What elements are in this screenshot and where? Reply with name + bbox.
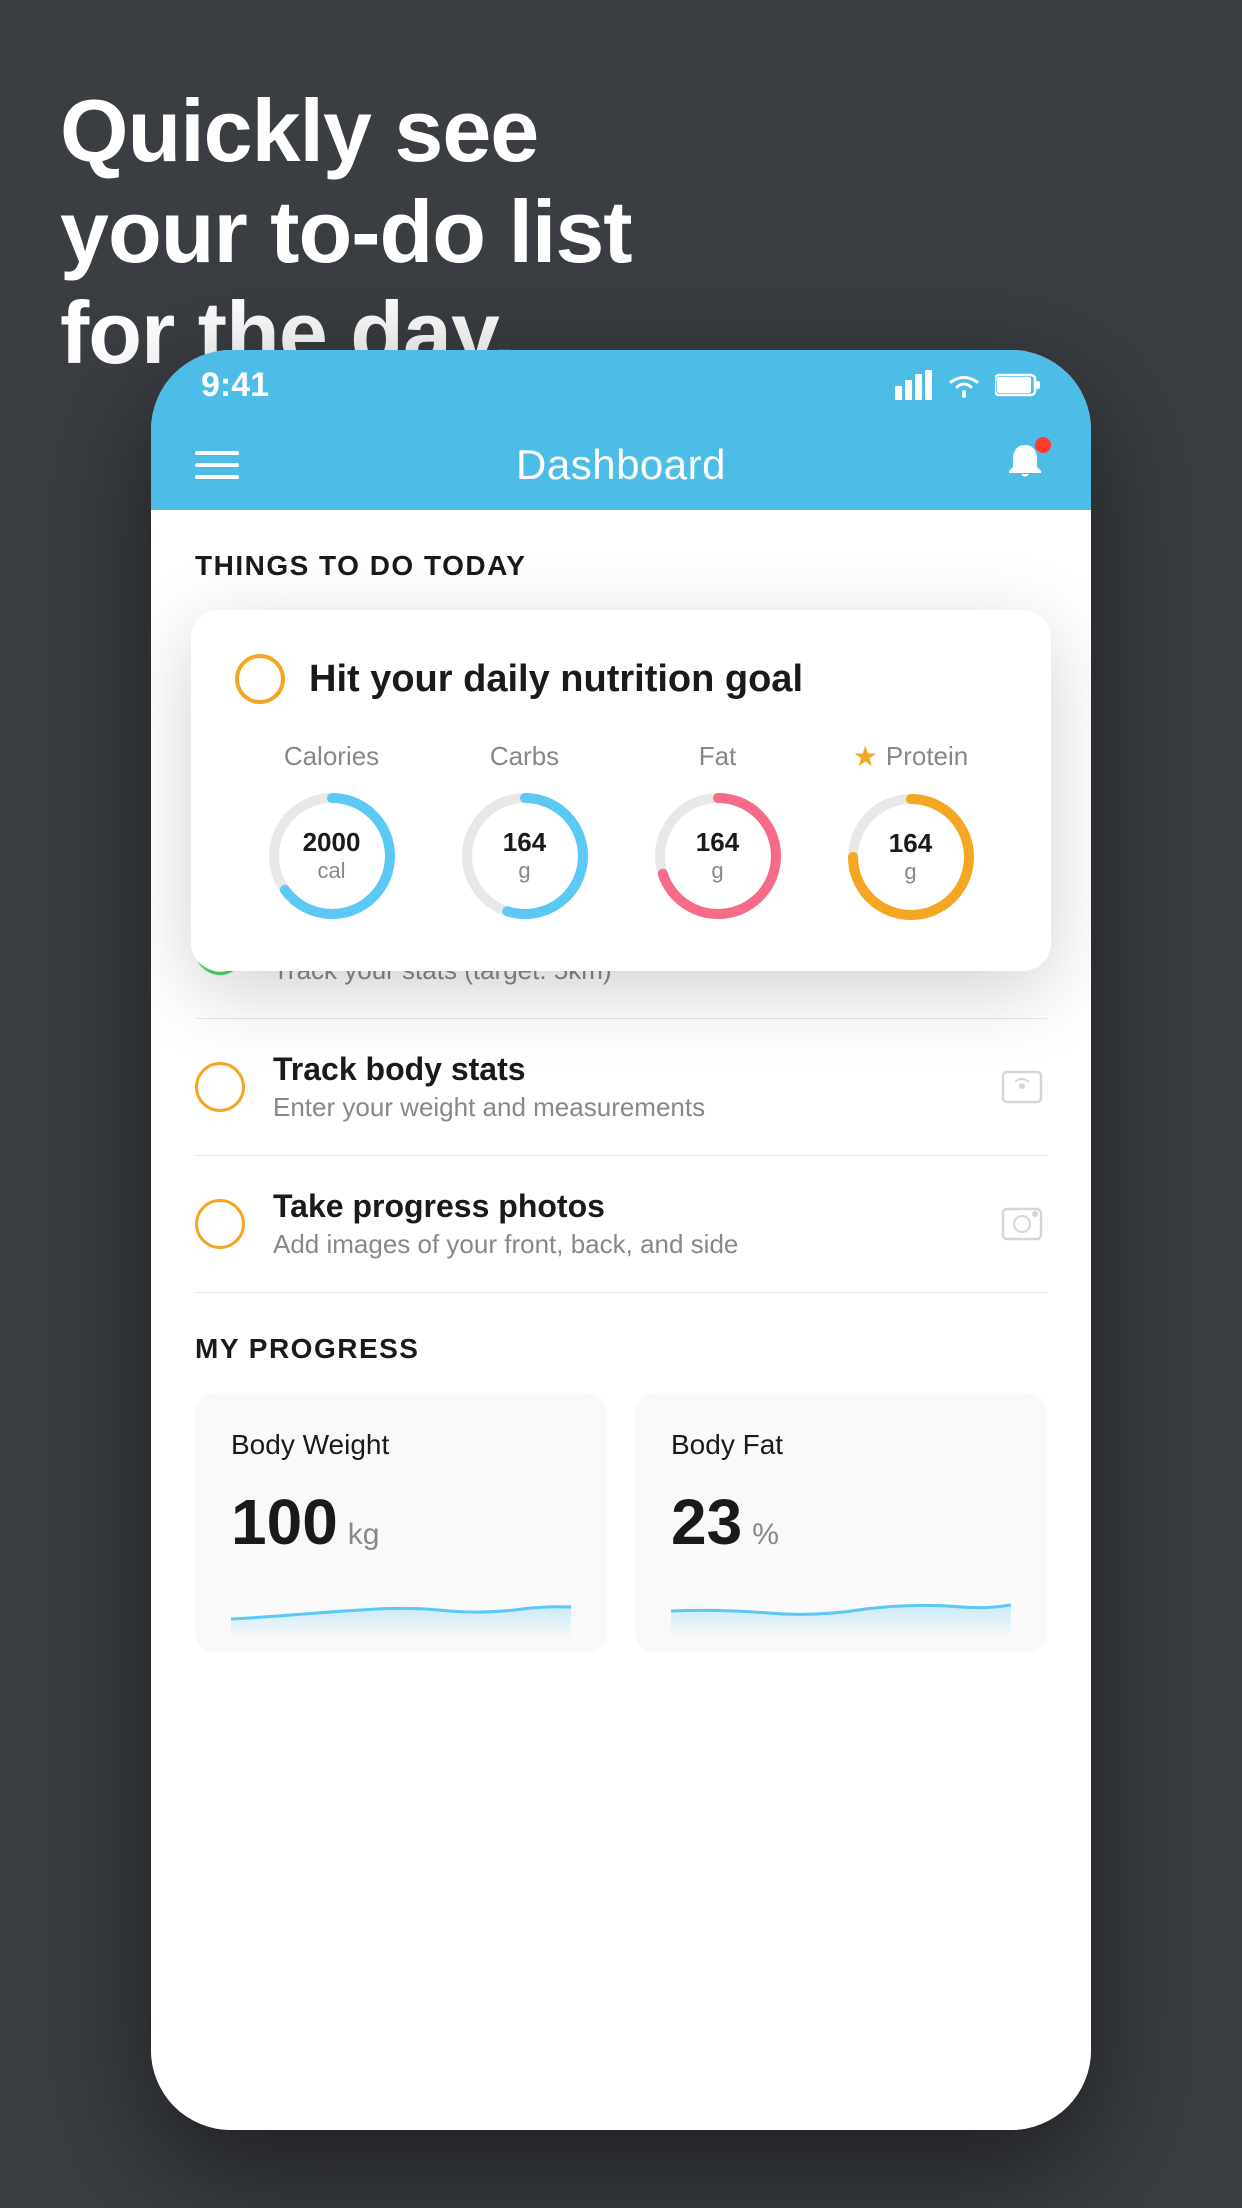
body-weight-value-container: 100 kg — [231, 1485, 571, 1559]
calories-value: 2000 — [303, 827, 361, 858]
photo-icon — [997, 1199, 1047, 1249]
fat-value: 164 — [696, 827, 739, 858]
progress-photos-subtitle: Add images of your front, back, and side — [273, 1229, 969, 1260]
calories-ring: 2000cal — [262, 786, 402, 926]
progress-cards: Body Weight 100 kg — [195, 1393, 1047, 1653]
hamburger-line3 — [195, 475, 239, 479]
card-header: Hit your daily nutrition goal — [235, 654, 1007, 704]
carbs-unit: g — [503, 858, 546, 884]
carbs-label: Carbs — [490, 741, 559, 772]
headline: Quickly see your to-do list for the day. — [60, 80, 632, 384]
headline-line2: your to-do list — [60, 181, 632, 282]
progress-heading: MY PROGRESS — [195, 1333, 1047, 1365]
notification-dot — [1035, 437, 1051, 453]
fat-label: Fat — [699, 741, 737, 772]
progress-photos-checkbox[interactable] — [195, 1199, 245, 1249]
star-icon: ★ — [853, 740, 878, 773]
calories-unit: cal — [303, 858, 361, 884]
notification-bell[interactable] — [1003, 441, 1047, 490]
todo-progress-photos[interactable]: Take progress photos Add images of your … — [195, 1156, 1047, 1293]
carbs-value: 164 — [503, 827, 546, 858]
phone-frame: 9:41 — [151, 350, 1091, 2130]
body-weight-chart — [231, 1579, 571, 1639]
phone-content: THINGS TO DO TODAY Hit your daily nutrit… — [151, 510, 1091, 2130]
fat-ring: 164g — [648, 786, 788, 926]
body-weight-unit: kg — [348, 1518, 380, 1552]
carbs-ring: 164g — [455, 786, 595, 926]
nutrition-card-title: Hit your daily nutrition goal — [309, 658, 803, 701]
nutrition-carbs: Carbs 164g — [455, 741, 595, 926]
wifi-icon — [945, 370, 983, 400]
status-time: 9:41 — [201, 366, 269, 405]
protein-unit: g — [889, 859, 932, 885]
nutrition-calories: Calories 2000cal — [262, 741, 402, 926]
body-fat-card: Body Fat 23 % — [635, 1393, 1047, 1653]
battery-icon — [995, 372, 1041, 398]
status-bar: 9:41 — [151, 350, 1091, 420]
hamburger-line1 — [195, 451, 239, 455]
protein-ring: 164g — [841, 787, 981, 927]
nutrition-card: Hit your daily nutrition goal Calories 2… — [191, 610, 1051, 971]
body-stats-checkbox[interactable] — [195, 1062, 245, 1112]
body-weight-card: Body Weight 100 kg — [195, 1393, 607, 1653]
progress-photos-text: Take progress photos Add images of your … — [273, 1188, 969, 1260]
body-fat-chart — [671, 1579, 1011, 1639]
body-weight-title: Body Weight — [231, 1429, 571, 1461]
nutrition-fat: Fat 164g — [648, 741, 788, 926]
calories-label: Calories — [284, 741, 379, 772]
todo-body-stats[interactable]: Track body stats Enter your weight and m… — [195, 1019, 1047, 1156]
body-fat-unit: % — [752, 1518, 779, 1552]
hamburger-menu[interactable] — [195, 451, 239, 479]
body-stats-subtitle: Enter your weight and measurements — [273, 1092, 969, 1123]
protein-value: 164 — [889, 828, 932, 859]
scale-icon — [997, 1062, 1047, 1112]
headline-line1: Quickly see — [60, 80, 632, 181]
body-fat-title: Body Fat — [671, 1429, 1011, 1461]
progress-photos-title: Take progress photos — [273, 1188, 969, 1225]
protein-label: ★ Protein — [853, 740, 969, 773]
body-weight-number: 100 — [231, 1485, 338, 1559]
nav-bar: Dashboard — [151, 420, 1091, 510]
nutrition-protein: ★ Protein 164g — [841, 740, 981, 927]
nutrition-checkbox[interactable] — [235, 654, 285, 704]
nutrition-row: Calories 2000cal Carbs — [235, 740, 1007, 927]
things-today-heading: THINGS TO DO TODAY — [151, 510, 1091, 602]
fat-unit: g — [696, 858, 739, 884]
body-fat-value-container: 23 % — [671, 1485, 1011, 1559]
progress-section: MY PROGRESS Body Weight 100 kg — [151, 1333, 1091, 1653]
body-stats-title: Track body stats — [273, 1051, 969, 1088]
hamburger-line2 — [195, 463, 239, 467]
status-icons — [895, 370, 1041, 400]
signal-icon — [895, 370, 933, 400]
nav-title: Dashboard — [516, 441, 726, 489]
body-stats-text: Track body stats Enter your weight and m… — [273, 1051, 969, 1123]
body-fat-number: 23 — [671, 1485, 742, 1559]
